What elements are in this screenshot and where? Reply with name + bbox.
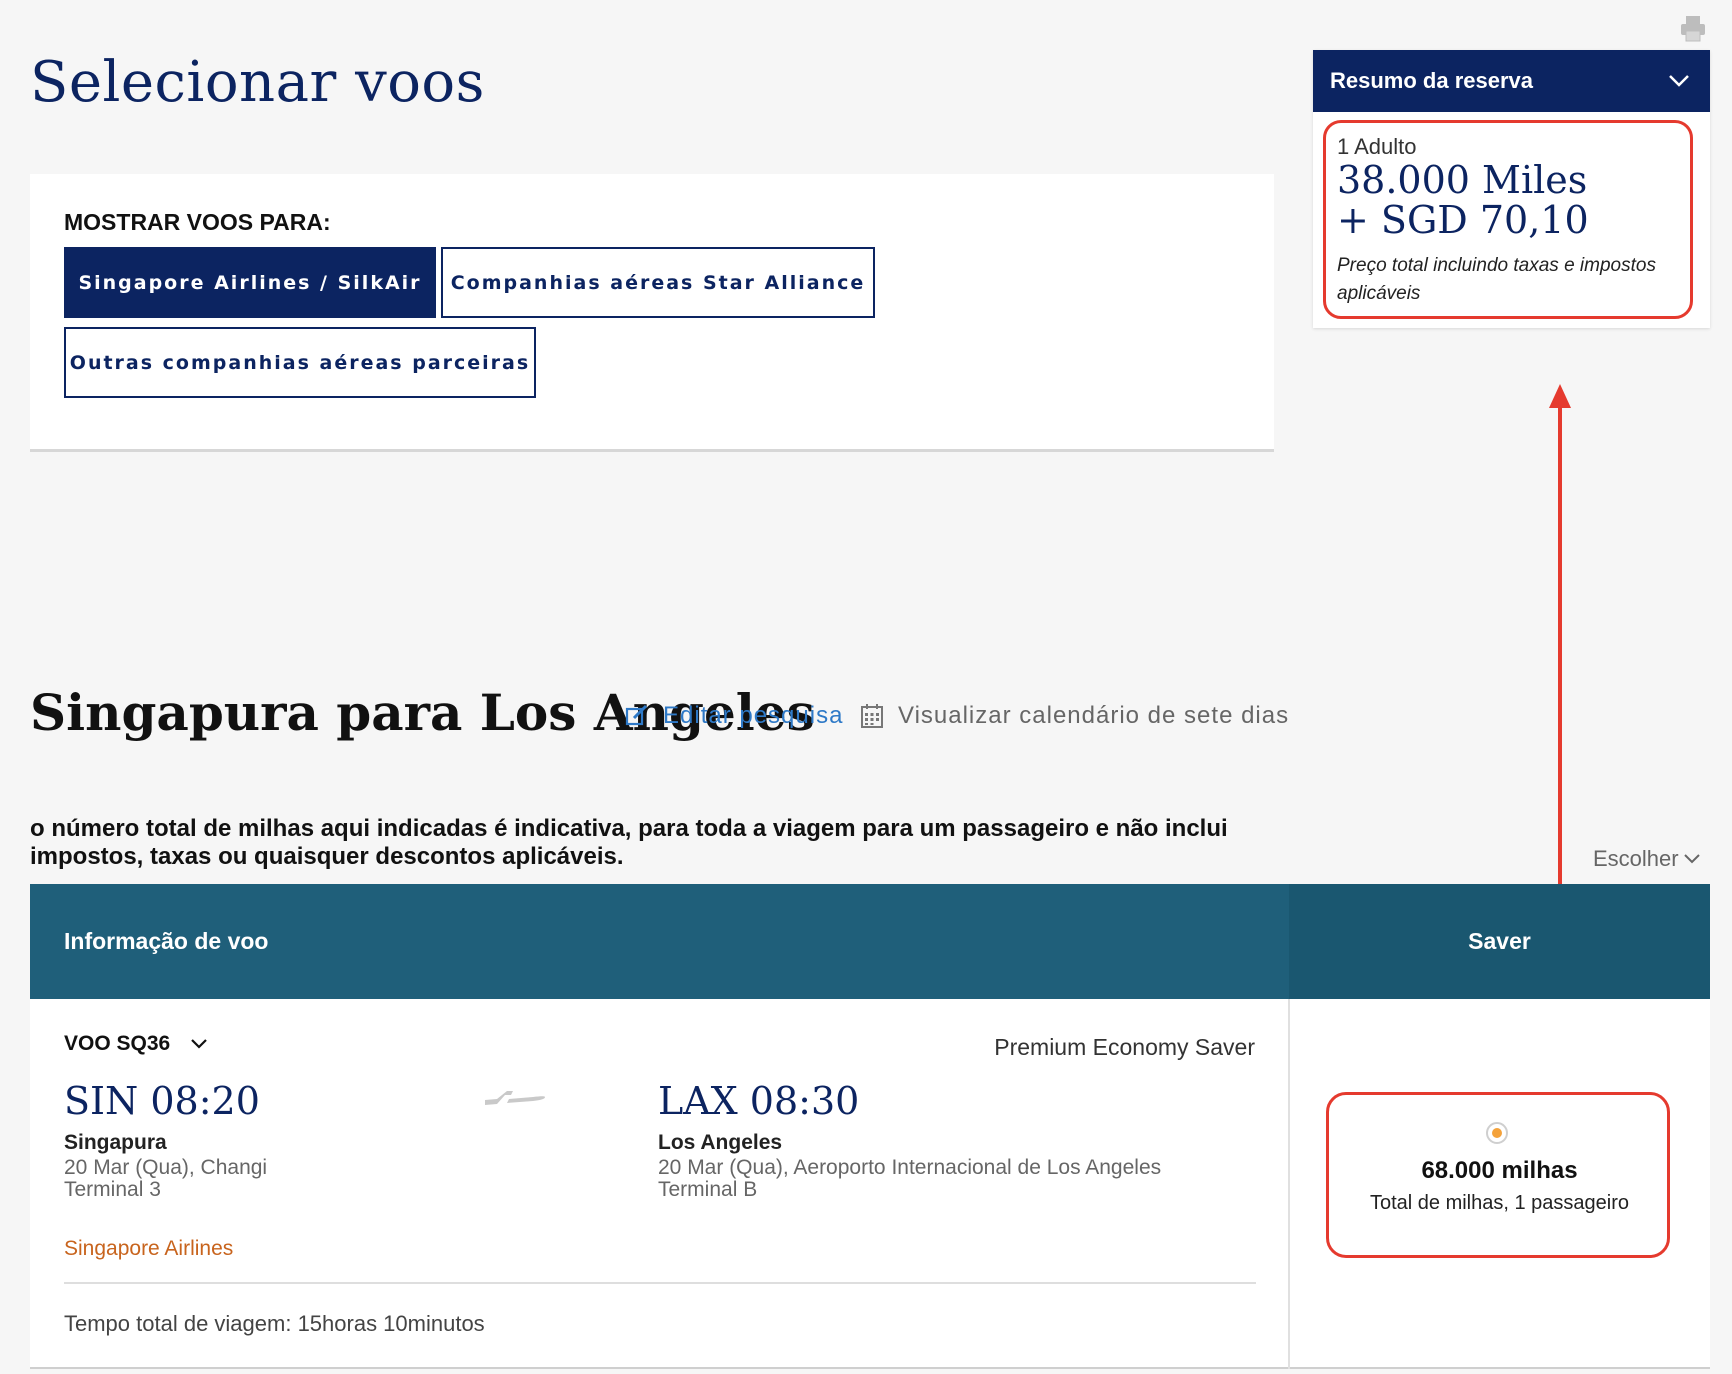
highlight-box-fare	[1326, 1092, 1670, 1258]
flight-table-header: Informação de voo Saver	[30, 884, 1710, 999]
plane-icon	[485, 1091, 545, 1105]
departure-date-airport: 20 Mar (Qua), Changi	[64, 1156, 268, 1179]
chevron-down-icon	[1683, 854, 1700, 864]
edit-search-link[interactable]: Editar pesquisa	[625, 702, 843, 730]
arrival-city: Los Angeles	[658, 1131, 783, 1154]
filter-heading: MOSTRAR VOOS PARA:	[64, 209, 331, 235]
flight-number-toggle[interactable]: VOO SQ36	[64, 1032, 208, 1056]
page-title: Selecionar voos	[30, 50, 485, 115]
miles-disclaimer: o número total de milhas aqui indicadas …	[30, 815, 1228, 870]
edit-icon	[625, 704, 648, 726]
print-icon[interactable]	[1680, 14, 1706, 42]
arrival-terminal: Terminal B	[658, 1178, 758, 1201]
arrival-date-airport: 20 Mar (Qua), Aeroporto Internacional de…	[658, 1156, 1162, 1179]
booking-summary-title: Resumo da reserva	[1330, 68, 1533, 93]
arrival-time: LAX 08:30	[658, 1079, 860, 1123]
column-fare-saver: Saver	[1289, 884, 1710, 999]
departure-terminal: Terminal 3	[64, 1178, 161, 1201]
booking-summary-header[interactable]: Resumo da reserva	[1313, 50, 1710, 112]
filter-star-alliance-button[interactable]: Companhias aéreas Star Alliance	[441, 247, 875, 318]
operating-carrier: Singapore Airlines	[64, 1237, 234, 1260]
arrival-details: 20 Mar (Qua), Aeroporto Internacional de…	[658, 1157, 1161, 1201]
sort-label: Escolher	[1593, 846, 1679, 871]
seven-day-calendar-label: Visualizar calendário de sete dias	[898, 702, 1290, 729]
cabin-class: Premium Economy Saver	[994, 1034, 1255, 1060]
filter-singapore-airlines-button[interactable]: Singapore Airlines / SilkAir	[64, 247, 436, 318]
sort-dropdown[interactable]: Escolher	[1593, 846, 1701, 872]
total-travel-time: Tempo total de viagem: 15horas 10minutos	[64, 1311, 485, 1336]
departure-city: Singapura	[64, 1131, 167, 1154]
highlight-box-summary	[1323, 120, 1693, 319]
filter-other-partners-button[interactable]: Outras companhias aéreas parceiras	[64, 327, 536, 398]
flight-number: VOO SQ36	[64, 1032, 171, 1055]
row-separator	[64, 1282, 1256, 1284]
seven-day-calendar-link[interactable]: Visualizar calendário de sete dias	[860, 702, 1289, 730]
departure-details: 20 Mar (Qua), Changi Terminal 3	[64, 1157, 267, 1201]
page: Selecionar voos MOSTRAR VOOS PARA: Singa…	[0, 0, 1732, 1374]
calendar-icon	[861, 704, 883, 728]
column-flight-info: Informação de voo	[64, 928, 269, 954]
chevron-down-icon	[191, 1039, 207, 1049]
departure-time: SIN 08:20	[64, 1079, 260, 1123]
edit-search-label: Editar pesquisa	[663, 702, 844, 729]
chevron-down-icon[interactable]	[1668, 74, 1690, 88]
carrier-filter-panel: MOSTRAR VOOS PARA: Singapore Airlines / …	[30, 174, 1274, 452]
